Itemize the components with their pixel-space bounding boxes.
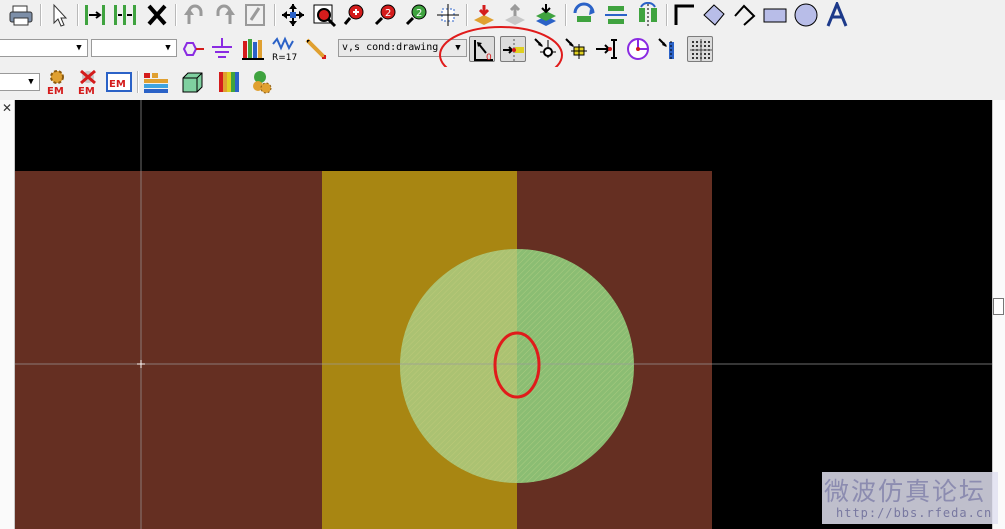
draw-circle-icon[interactable] <box>793 2 819 28</box>
scrollbar-thumb[interactable] <box>993 298 1004 315</box>
undo-icon[interactable] <box>181 2 207 28</box>
layout-drawing <box>15 100 992 529</box>
em-setup-label: EM <box>47 86 64 95</box>
rotate-icon[interactable] <box>571 2 597 28</box>
optimize-icon[interactable] <box>248 69 274 95</box>
zoom-out-2x-icon[interactable]: 2 <box>404 2 430 28</box>
repeat-icon[interactable] <box>243 2 269 28</box>
layer-stack-icon[interactable] <box>533 2 559 28</box>
zoom-in-icon[interactable] <box>342 2 368 28</box>
delete-icon[interactable] <box>144 2 170 28</box>
layout-canvas[interactable] <box>15 100 992 529</box>
pan-icon[interactable] <box>280 2 306 28</box>
zoom-fit-icon[interactable] <box>435 2 461 28</box>
snap-center-icon[interactable] <box>563 36 589 62</box>
pencil-icon[interactable] <box>303 36 329 62</box>
chevron-down-icon[interactable]: ▼ <box>72 41 86 55</box>
layer-down-icon[interactable] <box>471 2 497 28</box>
em-remove-label: EM <box>78 86 95 95</box>
3d-view-icon[interactable] <box>179 69 205 95</box>
mirror-icon[interactable] <box>635 2 661 28</box>
em-setup-icon[interactable]: EM <box>44 69 70 95</box>
resistor-label: R=17 <box>272 53 297 62</box>
align-icon[interactable] <box>603 2 629 28</box>
snap-endpoint-icon[interactable] <box>594 36 620 62</box>
color-map-icon[interactable] <box>216 69 242 95</box>
close-icon[interactable]: ✕ <box>0 100 14 116</box>
toolbar-em: ▼ EM EM EM <box>0 67 1005 98</box>
svg-text:2: 2 <box>416 8 422 19</box>
text-tool-icon[interactable] <box>824 2 850 28</box>
print-icon[interactable] <box>8 2 34 28</box>
resistor-r17-icon[interactable]: R=17 <box>271 36 297 62</box>
chevron-down-icon[interactable]: ▼ <box>161 41 175 55</box>
forum-watermark: 微波仿真论坛 http://bbs.rfeda.cn <box>822 472 998 524</box>
insert-double-port-icon[interactable] <box>112 2 138 28</box>
left-panel-strip <box>0 100 15 529</box>
select-pointer-icon[interactable] <box>46 2 72 28</box>
snap-edge-icon[interactable] <box>500 36 526 62</box>
library-icon[interactable] <box>240 36 266 62</box>
mode-combo-value: v,s cond:drawing <box>342 42 439 53</box>
zoom-window-icon[interactable] <box>311 2 337 28</box>
em-simulate-icon[interactable]: EM <box>106 69 132 95</box>
redo-icon[interactable] <box>212 2 238 28</box>
zoom-in-2x-icon[interactable]: 2 <box>373 2 399 28</box>
em-simulate-label: EM <box>109 79 126 90</box>
layer-combo[interactable]: ▼ <box>0 39 88 57</box>
snap-grid-icon[interactable] <box>687 36 713 62</box>
snap-arc-center-icon[interactable] <box>625 36 651 62</box>
toolbar-main: 2 2 <box>0 0 1005 30</box>
draw-polyline-icon[interactable] <box>731 2 757 28</box>
draw-trace-icon[interactable] <box>672 2 698 28</box>
chevron-down-icon[interactable]: ▼ <box>451 41 465 55</box>
ground-icon[interactable] <box>209 36 235 62</box>
em-remove-icon[interactable]: EM <box>75 69 101 95</box>
svg-text:0: 0 <box>486 53 492 63</box>
layer-up-icon[interactable] <box>502 2 528 28</box>
em-combo[interactable]: ▼ <box>0 73 40 91</box>
watermark-title: 微波仿真论坛 <box>824 477 987 506</box>
snap-midpoint-icon[interactable] <box>656 36 682 62</box>
draw-polygon-icon[interactable] <box>701 2 727 28</box>
snap-intersect-icon[interactable] <box>532 36 558 62</box>
svg-text:2: 2 <box>385 8 391 19</box>
watermark-url: http://bbs.rfeda.cn <box>836 506 993 520</box>
secondary-combo[interactable]: ▼ <box>91 39 177 57</box>
insert-port-icon[interactable] <box>82 2 108 28</box>
toolbar-layers: ▼ ▼ R=17 v,s cond:drawing ▼ 0 <box>0 26 1005 84</box>
chevron-down-icon[interactable]: ▼ <box>24 75 38 89</box>
via-icon[interactable] <box>179 36 205 62</box>
substrate-icon[interactable] <box>143 69 169 95</box>
draw-rectangle-icon[interactable] <box>762 2 788 28</box>
snap-vertex-icon[interactable]: 0 <box>469 36 495 63</box>
mode-combo[interactable]: v,s cond:drawing ▼ <box>338 39 467 57</box>
